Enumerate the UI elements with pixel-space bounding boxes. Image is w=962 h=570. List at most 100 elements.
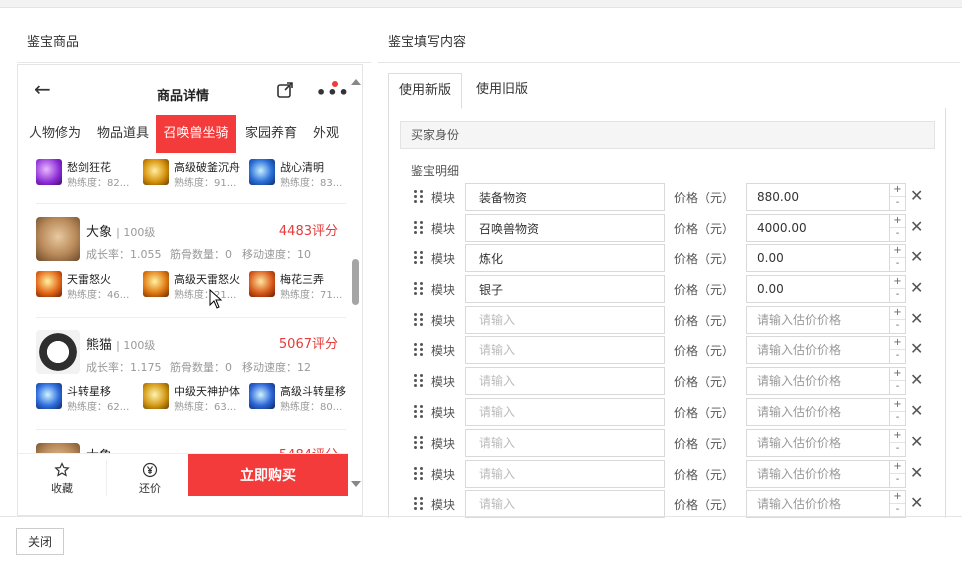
increment-icon[interactable]: + — [890, 491, 905, 504]
price-input[interactable] — [746, 460, 890, 488]
drag-handle-icon[interactable] — [414, 497, 424, 511]
favorite-button[interactable]: 收藏 — [18, 454, 106, 502]
module-name-input[interactable] — [465, 398, 665, 426]
delete-row-icon[interactable]: ✕ — [910, 463, 923, 482]
module-name-input[interactable] — [465, 490, 665, 518]
price-label: 价格（元） — [674, 344, 735, 358]
price-stepper[interactable]: + - — [890, 214, 906, 242]
price-stepper[interactable]: + - — [890, 183, 906, 211]
increment-icon[interactable]: + — [890, 337, 905, 350]
delete-row-icon[interactable]: ✕ — [910, 247, 923, 266]
increment-icon[interactable]: + — [890, 368, 905, 381]
drag-handle-icon[interactable] — [414, 313, 424, 327]
price-input[interactable] — [746, 244, 890, 272]
decrement-icon[interactable]: - — [890, 258, 905, 271]
delete-row-icon[interactable]: ✕ — [910, 432, 923, 451]
price-stepper[interactable]: + - — [890, 336, 906, 364]
price-input[interactable] — [746, 306, 890, 334]
drag-handle-icon[interactable] — [414, 374, 424, 388]
delete-row-icon[interactable]: ✕ — [910, 217, 923, 236]
drag-handle-icon[interactable] — [414, 343, 424, 357]
increment-icon[interactable]: + — [890, 276, 905, 289]
decrement-icon[interactable]: - — [890, 289, 905, 302]
decrement-icon[interactable]: - — [890, 412, 905, 425]
decrement-icon[interactable]: - — [890, 474, 905, 487]
delete-row-icon[interactable]: ✕ — [910, 370, 923, 389]
drag-handle-icon[interactable] — [414, 282, 424, 296]
increment-icon[interactable]: + — [890, 215, 905, 228]
phone-scrollbar[interactable] — [349, 79, 362, 503]
price-input[interactable] — [746, 183, 890, 211]
price-stepper[interactable]: + - — [890, 490, 906, 518]
tab-character[interactable]: 人物修为 — [24, 115, 86, 153]
skill-level: 熟练度：63... — [174, 402, 237, 413]
scroll-down-arrow-icon[interactable] — [351, 481, 361, 487]
decrement-icon[interactable]: - — [890, 197, 905, 210]
drag-handle-icon[interactable] — [414, 221, 424, 235]
module-name-input[interactable] — [465, 336, 665, 364]
drag-handle-icon[interactable] — [414, 251, 424, 265]
increment-icon[interactable]: + — [890, 399, 905, 412]
price-stepper[interactable]: + - — [890, 306, 906, 334]
module-name-input[interactable] — [465, 275, 665, 303]
increment-icon[interactable]: + — [890, 307, 905, 320]
delete-row-icon[interactable]: ✕ — [910, 309, 923, 328]
module-name-input[interactable] — [465, 183, 665, 211]
share-icon[interactable] — [276, 81, 294, 99]
price-stepper[interactable]: + - — [890, 398, 906, 426]
delete-row-icon[interactable]: ✕ — [910, 186, 923, 205]
price-input[interactable] — [746, 275, 890, 303]
decrement-icon[interactable]: - — [890, 443, 905, 456]
decrement-icon[interactable]: - — [890, 320, 905, 333]
drag-handle-icon[interactable] — [414, 190, 424, 204]
module-name-input[interactable] — [465, 429, 665, 457]
price-input[interactable] — [746, 214, 890, 242]
delete-row-icon[interactable]: ✕ — [910, 401, 923, 420]
increment-icon[interactable]: + — [890, 184, 905, 197]
module-name-input[interactable] — [465, 460, 665, 488]
tab-new-version[interactable]: 使用新版 — [388, 73, 462, 109]
delete-row-icon[interactable]: ✕ — [910, 278, 923, 297]
increment-icon[interactable]: + — [890, 245, 905, 258]
price-input[interactable] — [746, 398, 890, 426]
drag-handle-icon[interactable] — [414, 405, 424, 419]
appraisal-row: 模块 价格（元） +-✕ — [410, 336, 930, 364]
price-stepper[interactable]: + - — [890, 460, 906, 488]
module-name-input[interactable] — [465, 244, 665, 272]
decrement-icon[interactable]: - — [890, 228, 905, 241]
delete-row-icon[interactable]: ✕ — [910, 339, 923, 358]
increment-icon[interactable]: + — [890, 430, 905, 443]
mouse-cursor-icon — [209, 289, 223, 309]
tab-old-version[interactable]: 使用旧版 — [466, 73, 540, 109]
price-stepper[interactable]: + - — [890, 367, 906, 395]
drag-handle-icon[interactable] — [414, 467, 424, 481]
price-stepper[interactable]: + - — [890, 244, 906, 272]
module-name-input[interactable] — [465, 367, 665, 395]
module-name-input[interactable] — [465, 306, 665, 334]
price-input[interactable] — [746, 490, 890, 518]
skill-item: 中级天神护体 熟练度：63... — [143, 383, 249, 415]
scroll-up-arrow-icon[interactable] — [351, 79, 361, 85]
increment-icon[interactable]: + — [890, 461, 905, 474]
skill-level: 熟练度：46... — [67, 290, 130, 301]
tab-pets-mounts[interactable]: 召唤兽坐骑 — [156, 115, 236, 153]
tab-appearance[interactable]: 外观 — [306, 115, 346, 153]
drag-handle-icon[interactable] — [414, 436, 424, 450]
price-input[interactable] — [746, 367, 890, 395]
decrement-icon[interactable]: - — [890, 350, 905, 363]
price-input[interactable] — [746, 336, 890, 364]
pet-score: 5067评分 — [278, 337, 338, 352]
tab-items[interactable]: 物品道具 — [92, 115, 154, 153]
price-input[interactable] — [746, 429, 890, 457]
price-label: 价格（元） — [674, 406, 735, 420]
close-button[interactable]: 关闭 — [16, 528, 64, 555]
buy-now-button[interactable]: 立即购买 — [188, 454, 348, 496]
module-name-input[interactable] — [465, 214, 665, 242]
price-stepper[interactable]: + - — [890, 429, 906, 457]
price-stepper[interactable]: + - — [890, 275, 906, 303]
scroll-thumb[interactable] — [352, 259, 359, 305]
decrement-icon[interactable]: - — [890, 381, 905, 394]
delete-row-icon[interactable]: ✕ — [910, 493, 923, 512]
tab-home[interactable]: 家园养育 — [240, 115, 302, 153]
bargain-button[interactable]: 还价 — [106, 454, 194, 502]
